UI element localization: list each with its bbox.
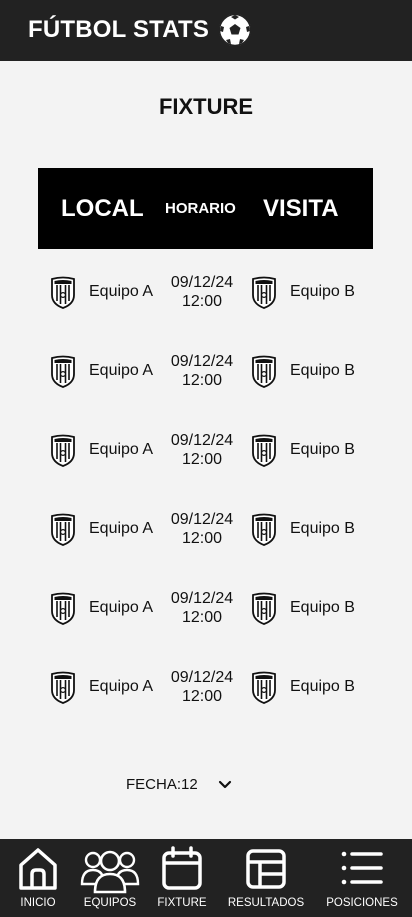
visit-team-name: Equipo B [290, 441, 355, 458]
shield-icon [51, 276, 75, 309]
nav-fixture-label: FIXTURE [157, 897, 207, 909]
match-time: 12:00 [181, 688, 223, 705]
shield-icon [252, 276, 276, 309]
local-team-name: Equipo A [89, 599, 154, 616]
app-header: FÚTBOL STATS [0, 0, 412, 61]
match-date: 09/12/24 [170, 353, 234, 370]
match-row[interactable]: Equipo A 09/12/24 12:00 Equipo B [0, 576, 412, 655]
match-date: 09/12/24 [170, 669, 234, 686]
column-header-local: LOCAL [61, 195, 144, 222]
nav-posiciones[interactable]: POSICIONES [322, 839, 402, 917]
match-datetime: 09/12/24 12:00 [161, 510, 243, 548]
visit-team-name: Equipo B [290, 599, 355, 616]
nav-inicio-label: INICIO [20, 897, 56, 909]
match-datetime: 09/12/24 12:00 [161, 352, 243, 390]
home-icon [19, 848, 57, 890]
match-date: 09/12/24 [170, 432, 234, 449]
nav-resultados[interactable]: RESULTADOS [225, 839, 307, 917]
nav-fixture[interactable]: FIXTURE [155, 839, 209, 917]
match-time: 12:00 [181, 530, 223, 547]
list-icon [341, 851, 383, 885]
shield-icon [51, 592, 75, 625]
match-row[interactable]: Equipo A 09/12/24 12:00 Equipo B [0, 339, 412, 418]
page-title: FIXTURE [158, 94, 254, 119]
shield-icon [51, 355, 75, 388]
nav-resultados-label: RESULTADOS [227, 897, 305, 909]
shield-icon [252, 592, 276, 625]
shield-icon [51, 513, 75, 546]
app-title: FÚTBOL STATS [28, 16, 210, 43]
match-datetime: 09/12/24 12:00 [161, 668, 243, 706]
local-team-name: Equipo A [89, 362, 154, 379]
match-time: 12:00 [181, 372, 223, 389]
calendar-icon [162, 846, 202, 890]
visit-team-name: Equipo B [290, 678, 355, 695]
column-header-visit: VISITA [263, 195, 339, 222]
visit-team-name: Equipo B [290, 283, 355, 300]
nav-posiciones-label: POSICIONES [326, 897, 398, 909]
match-datetime: 09/12/24 12:00 [161, 589, 243, 627]
shield-icon [252, 671, 276, 704]
users-icon [80, 850, 140, 894]
match-row[interactable]: Equipo A 09/12/24 12:00 Equipo B [0, 655, 412, 734]
table-icon [246, 849, 286, 889]
match-row[interactable]: Equipo A 09/12/24 12:00 Equipo B [0, 418, 412, 497]
fecha-selector[interactable]: FECHA:12 [126, 776, 232, 793]
shield-icon [252, 355, 276, 388]
local-team-name: Equipo A [89, 520, 154, 537]
local-team-name: Equipo A [89, 678, 154, 695]
match-row[interactable]: Equipo A 09/12/24 12:00 Equipo B [0, 497, 412, 576]
visit-team-name: Equipo B [290, 362, 355, 379]
match-row[interactable]: Equipo A 09/12/24 12:00 Equipo B [0, 260, 412, 339]
nav-equipos-label: EQUIPOS [83, 897, 137, 909]
match-datetime: 09/12/24 12:00 [161, 273, 243, 311]
match-time: 12:00 [181, 451, 223, 468]
soccer-ball-icon [218, 13, 252, 47]
column-header-time: HORARIO [165, 200, 236, 217]
bottom-navigation: INICIO EQUIPOS FIXTURE RESULTADOS POSICI… [0, 839, 412, 917]
local-team-name: Equipo A [89, 283, 154, 300]
shield-icon [252, 434, 276, 467]
match-date: 09/12/24 [170, 511, 234, 528]
chevron-down-icon [218, 780, 231, 788]
shield-icon [51, 671, 75, 704]
match-time: 12:00 [181, 609, 223, 626]
shield-icon [252, 513, 276, 546]
match-date: 09/12/24 [170, 590, 234, 607]
visit-team-name: Equipo B [290, 520, 355, 537]
match-date: 09/12/24 [170, 274, 234, 291]
fecha-label: FECHA:12 [126, 776, 198, 793]
fixture-list: Equipo A 09/12/24 12:00 Equipo B Equipo … [0, 260, 412, 734]
match-datetime: 09/12/24 12:00 [161, 431, 243, 469]
match-time: 12:00 [181, 293, 223, 310]
fixture-table-header: LOCAL HORARIO VISITA [38, 168, 373, 249]
nav-equipos[interactable]: EQUIPOS [78, 839, 142, 917]
shield-icon [51, 434, 75, 467]
local-team-name: Equipo A [89, 441, 154, 458]
nav-inicio[interactable]: INICIO [12, 839, 64, 917]
